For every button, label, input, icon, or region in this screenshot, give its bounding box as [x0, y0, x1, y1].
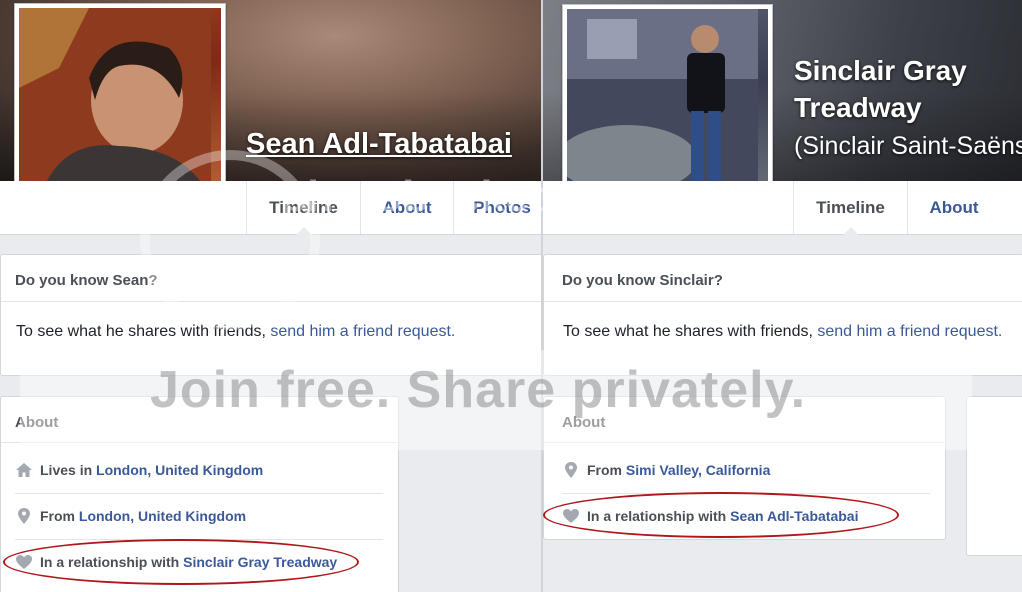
profile-name[interactable]: Sean Adl-Tabatabai	[246, 128, 512, 161]
send-friend-request-link[interactable]: send him a friend request.	[270, 323, 455, 340]
annotation-circle	[3, 539, 359, 585]
friend-request-text: To see what he shares with friends, send…	[563, 323, 1003, 340]
home-icon	[16, 463, 32, 477]
about-item-from: From London, United Kingdom	[15, 493, 383, 539]
hometown-link[interactable]: Simi Valley, California	[626, 462, 770, 478]
hometown-link[interactable]: London, United Kingdom	[79, 508, 246, 524]
about-item-from: From Simi Valley, California	[562, 447, 930, 493]
profile-panel-right: Sinclair Gray Treadway (Sinclair Saint-S…	[543, 0, 1022, 592]
card-title: Do you know Sinclair?	[562, 272, 723, 289]
watermark-band	[20, 350, 972, 450]
card-title: Do you know Sean?	[15, 272, 158, 289]
side-card	[966, 396, 1022, 556]
profile-picture-image	[567, 9, 758, 199]
tab-timeline[interactable]: Timeline	[793, 181, 907, 235]
profile-name[interactable]: Sinclair Gray Treadway	[794, 52, 1022, 126]
tab-about[interactable]: About	[907, 181, 1000, 234]
tab-about[interactable]: About	[360, 181, 453, 234]
tab-photos[interactable]: Photos	[453, 181, 541, 234]
location-pin-icon	[565, 462, 577, 478]
annotation-circle	[543, 492, 899, 538]
about-item-lives-in: Lives in London, United Kingdom	[15, 447, 383, 493]
location-pin-icon	[18, 508, 30, 524]
location-link[interactable]: London, United Kingdom	[96, 462, 263, 478]
alternate-name: (Sinclair Saint-Saëns	[794, 132, 1022, 160]
profile-tab-bar: Timeline About	[543, 181, 1022, 235]
watermark-ring-icon	[140, 150, 320, 330]
send-friend-request-link[interactable]: send him a friend request.	[817, 323, 1002, 340]
